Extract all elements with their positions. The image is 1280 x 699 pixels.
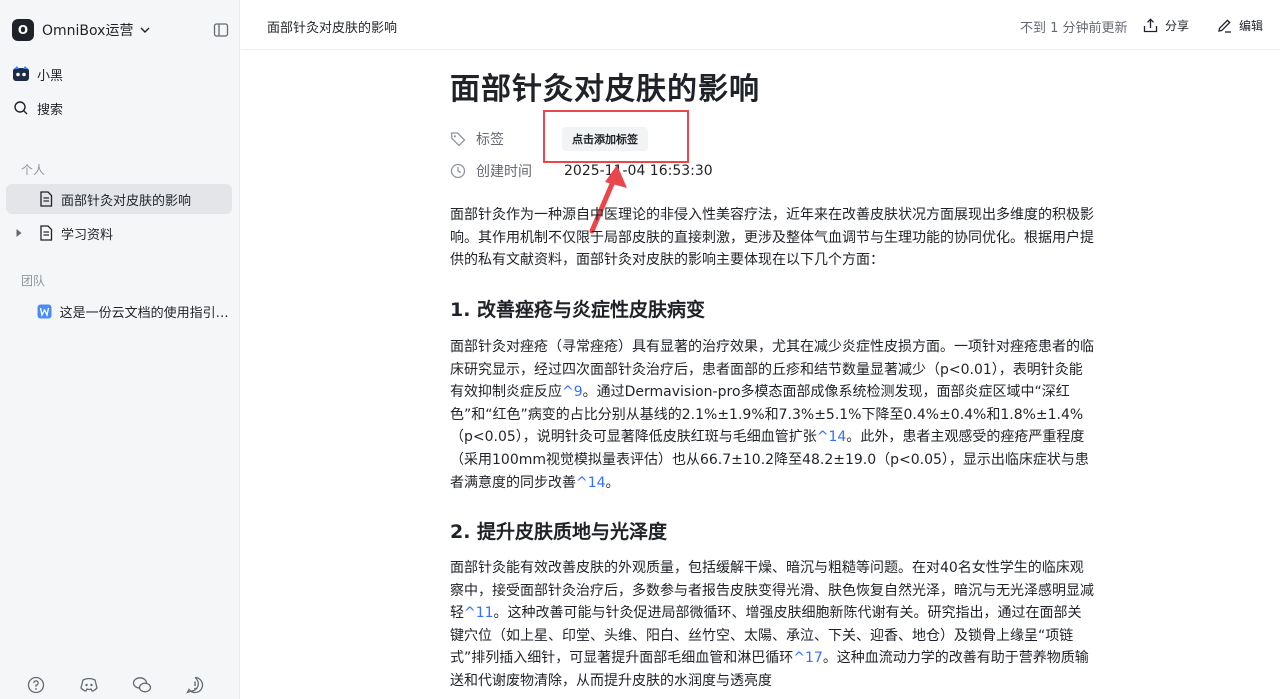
feedback-icon[interactable] [185,675,205,695]
document-icon [38,191,54,207]
help-icon[interactable] [26,675,46,695]
citation-link[interactable]: ^17 [793,650,823,666]
wechat-icon[interactable] [132,675,152,695]
sidebar-item-label: 学习资料 [61,227,114,243]
discord-icon[interactable] [79,675,99,695]
workspace-name: OmniBox运营 [42,23,134,39]
workspace-switcher[interactable]: O OmniBox运营 [12,18,151,42]
workspace-logo: O [12,19,34,41]
share-icon [1142,17,1158,33]
citation-link[interactable]: ^9 [562,384,583,400]
section-team: 团队 [21,274,46,288]
heading-section-2: 2. 提升皮肤质地与光泽度 [450,521,668,543]
intro-paragraph: 面部针灸作为一种源自中医理论的非侵入性美容疗法，近年来在改善皮肤状况方面展现出多… [450,207,1094,269]
citation-link[interactable]: ^14 [576,475,606,491]
word-doc-icon [37,303,52,319]
citation-link[interactable]: ^11 [464,605,494,621]
breadcrumb[interactable]: 面部针灸对皮肤的影响 [267,17,397,36]
caret-right-icon[interactable] [12,228,26,238]
sidebar-item-study[interactable]: 学习资料 [6,218,232,248]
user-name: 小黑 [37,68,64,84]
edit-button[interactable]: 编辑 [1216,15,1263,35]
last-updated: 不到 1 分钟前更新 [1020,21,1128,36]
search-label: 搜索 [37,102,64,118]
tag-icon [450,131,466,147]
created-label: 创建时间 [476,164,532,180]
share-label: 分享 [1165,18,1190,33]
citation-link[interactable]: ^14 [817,429,847,445]
top-bar: 面部针灸对皮肤的影响 不到 1 分钟前更新 分享 编辑 [241,0,1280,50]
sidebar-toggle-icon[interactable] [213,22,229,38]
sidebar-item-guide[interactable]: 这是一份云文档的使用指引.d... [6,296,232,326]
user-avatar-icon [12,65,30,83]
search-icon [12,99,30,117]
heading-section-1: 1. 改善痤疮与炎症性皮肤病变 [450,299,706,321]
share-button[interactable]: 分享 [1142,15,1189,35]
sidebar-item-label: 面部针灸对皮肤的影响 [61,193,192,209]
section-2-paragraph: 面部针灸能有效改善皮肤的外观质量，包括缓解干燥、暗沉与粗糙等问题。在对40名女性… [450,560,1094,689]
sidebar-item-label: 这是一份云文档的使用指引.d... [59,305,232,321]
section-personal: 个人 [21,163,46,177]
sidebar: O OmniBox运营 小黑 搜索 个人 面部针灸对皮肤的影响 学习资料 团队 … [0,0,240,699]
sidebar-search[interactable]: 搜索 [12,97,63,119]
sidebar-item-current-doc[interactable]: 面部针灸对皮肤的影响 [6,184,232,214]
document-title[interactable]: 面部针灸对皮肤的影响 [450,64,760,108]
document-icon [38,225,54,241]
sidebar-user[interactable]: 小黑 [12,63,63,85]
section-1-paragraph: 面部针灸对痤疮（寻常痤疮）具有显著的治疗效果，尤其在减少炎症性皮损方面。一项针对… [450,339,1094,491]
clock-icon [450,163,466,179]
edit-label: 编辑 [1239,18,1264,33]
chevron-down-icon [139,24,151,36]
pencil-icon [1216,17,1232,33]
